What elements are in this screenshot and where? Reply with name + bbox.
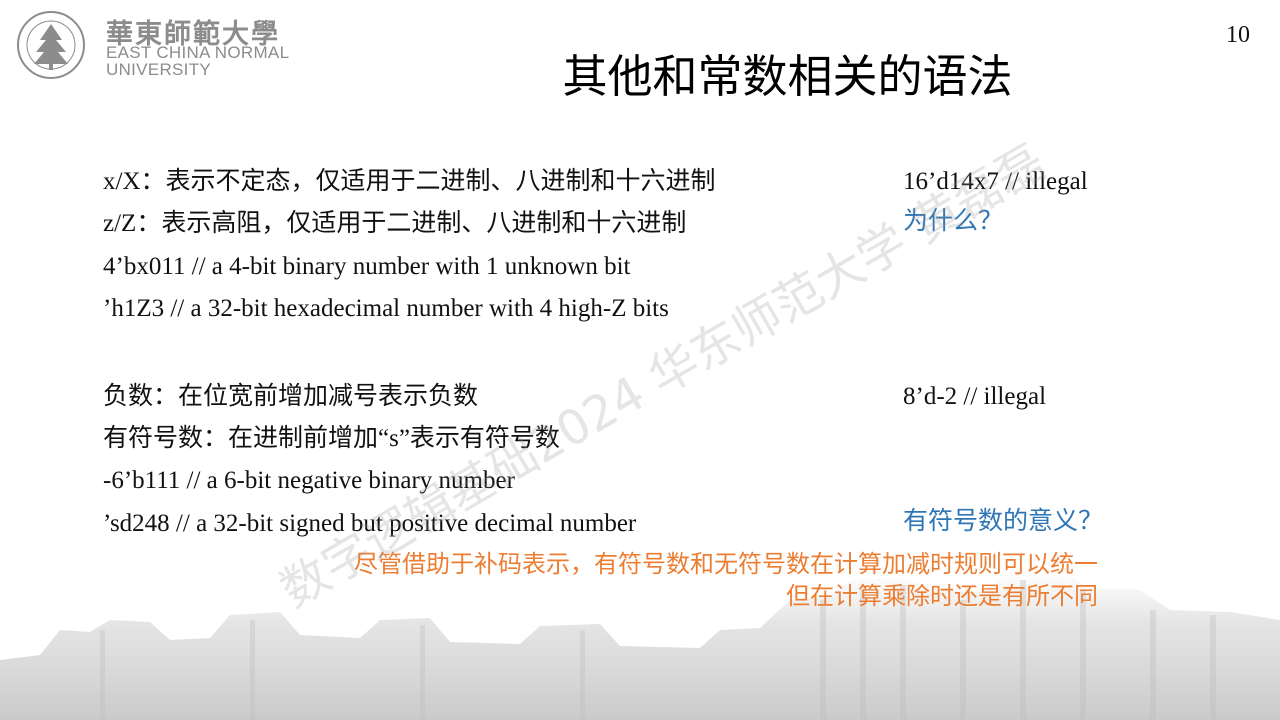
slide-title: 其他和常数相关的语法 <box>562 50 1013 103</box>
signed-meaning-question: 有符号数的意义？ <box>903 508 1104 535</box>
signed-number-description: 有符号数：在进制前增加“s”表示有符号数 <box>103 425 560 452</box>
example-signed-decimal: ’sd248 // a 32-bit signed but positive d… <box>103 510 637 537</box>
illegal-example-2: 8’d-2 // illegal <box>903 383 1047 410</box>
negative-number-description: 负数：在位宽前增加减号表示负数 <box>103 383 479 410</box>
watermark: 数字逻辑基础2024 华东师范大学 黄磊磊 <box>271 134 1055 619</box>
x-state-description: x/X：表示不定态，仅适用于二进制、八进制和十六进制 <box>103 168 716 195</box>
example-hex-high-z: ’h1Z3 // a 32-bit hexadecimal number wit… <box>103 295 669 322</box>
example-binary-unknown: 4’bx011 // a 4-bit binary number with 1 … <box>103 253 631 280</box>
example-negative-binary: -6’b111 // a 6-bit negative binary numbe… <box>103 467 515 494</box>
z-state-description: z/Z：表示高阻，仅适用于二进制、八进制和十六进制 <box>103 210 687 237</box>
note-addition-rule: 尽管借助于补码表示，有符号数和无符号数在计算加减时规则可以统一 <box>354 552 1098 578</box>
slide: 華東師範大學 EAST CHINA NORMAL UNIVERSITY 10 其… <box>0 0 1280 720</box>
why-question: 为什么？ <box>903 208 1004 235</box>
note-multiplication-rule: 但在计算乘除时还是有所不同 <box>786 584 1098 610</box>
illegal-example-1: 16’d14x7 // illegal <box>903 168 1088 195</box>
